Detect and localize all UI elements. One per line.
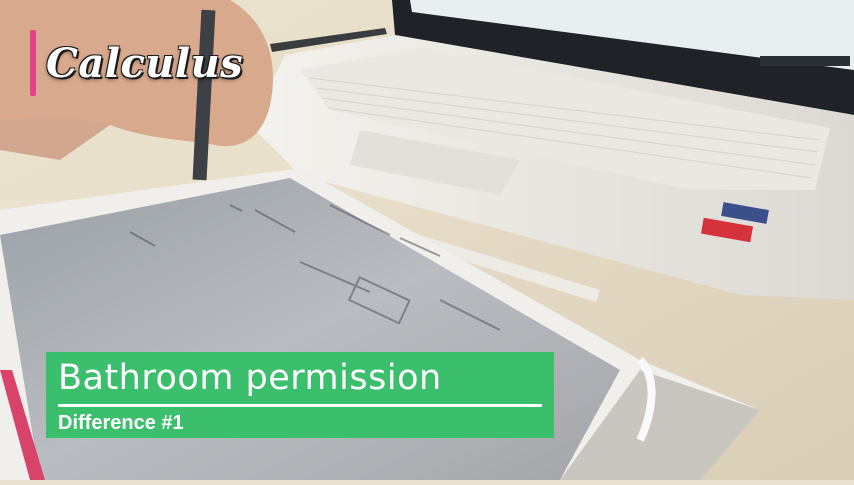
caption-divider (58, 404, 542, 407)
brand-title: Calculus (30, 28, 243, 98)
caption-lower-third: Bathroom permission Difference #1 (46, 352, 554, 438)
caption-title: Bathroom permission (58, 358, 442, 398)
caption-subtitle: Difference #1 (58, 412, 184, 434)
brand-accent-bar (30, 30, 36, 96)
brand-title-text: Calculus (46, 39, 244, 87)
